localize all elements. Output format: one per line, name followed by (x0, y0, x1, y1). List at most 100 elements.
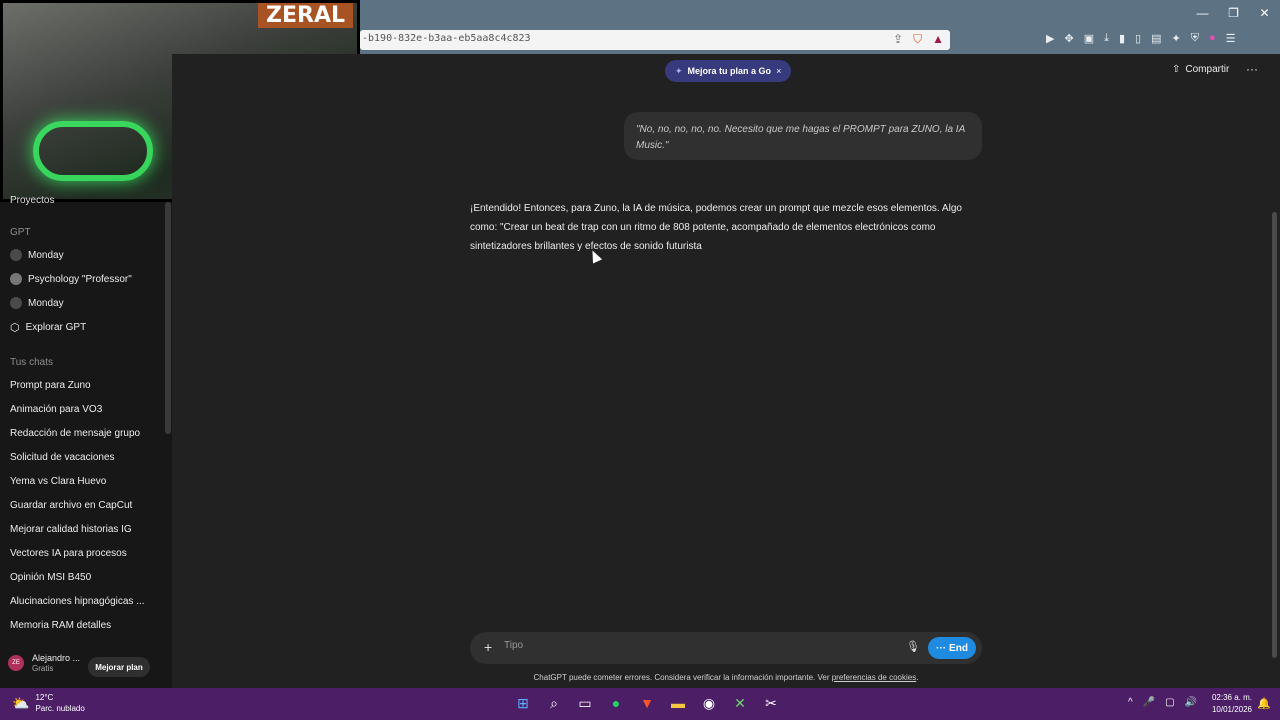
sidebar-toggle-icon[interactable]: ▯ (1135, 32, 1141, 45)
network-icon[interactable]: ▢ (1165, 697, 1174, 708)
disclaimer-text: ChatGPT puede cometer errores. Considera… (533, 673, 832, 682)
more-options-button[interactable]: ··· (1246, 62, 1258, 76)
brave-rewards-icon[interactable]: ▲ (932, 32, 944, 47)
chat-list-item[interactable]: Vectores IA para procesos (10, 548, 127, 559)
brave-browser-icon[interactable]: ▼ (638, 694, 656, 712)
microphone-icon[interactable]: 🎙 (906, 640, 920, 653)
vpn-icon[interactable]: ⛨ (1191, 32, 1199, 45)
chat-list-item[interactable]: Alucinaciones hipnagógicas ... (10, 596, 145, 607)
disclaimer: ChatGPT puede cometer errores. Considera… (470, 673, 982, 682)
gpt-avatar-icon (10, 273, 22, 285)
avatar: ZE (8, 654, 24, 671)
leo-ai-icon[interactable]: ✦ (1172, 32, 1181, 45)
composer: + 🎙 ··· End (470, 632, 982, 664)
snipping-tool-icon[interactable]: ✂ (762, 694, 780, 712)
sidebar-gpt-psychology[interactable]: Psychology "Professor" (10, 273, 132, 285)
chat-list-item[interactable]: Redacción de mensaje grupo (10, 428, 140, 439)
chat-title: Mejorar calidad historias IG (10, 524, 132, 535)
menu-icon[interactable]: ☰ (1226, 32, 1236, 45)
sidebar-explore-gpt[interactable]: ⬡ Explorar GPT (10, 321, 86, 334)
upgrade-plan-button[interactable]: Mejorar plan (88, 657, 150, 677)
chat-list-item[interactable]: Mejorar calidad historias IG (10, 524, 132, 535)
chat-title: Alucinaciones hipnagógicas ... (10, 596, 145, 607)
task-view-icon[interactable]: ▭ (576, 694, 594, 712)
plus-icon[interactable]: + (484, 639, 492, 655)
minimize-button[interactable]: — (1187, 0, 1218, 26)
clock[interactable]: 02:36 a. m. 10/01/2026 (1206, 692, 1252, 716)
notification-icon[interactable]: 🔔 (1257, 697, 1271, 710)
chat-title: Prompt para Zuno (10, 380, 91, 391)
chat-list-item[interactable]: Guardar archivo en CapCut (10, 500, 132, 511)
microphone-tray-icon[interactable]: 🎤 (1143, 697, 1155, 708)
close-icon[interactable]: × (776, 66, 781, 76)
temperature: 12°C (35, 693, 54, 702)
share-button[interactable]: ⇧ Compartir (1172, 64, 1229, 75)
sidebar-gpt-monday-2[interactable]: Monday (10, 297, 64, 309)
wallet-icon[interactable]: ▤ (1151, 32, 1161, 45)
share-label: Compartir (1185, 64, 1230, 75)
xbox-icon[interactable]: ✕ (731, 694, 749, 712)
sidebar-item-projects[interactable]: Proyectos (10, 195, 54, 206)
waveform-icon: ··· (936, 642, 947, 654)
chat-list-item[interactable]: Opinión MSI B450 (10, 572, 91, 583)
file-explorer-icon[interactable]: ▬ (669, 694, 687, 712)
chat-title: Memoria RAM detalles (10, 620, 112, 631)
gpt-avatar-icon (10, 249, 22, 261)
weather-text: Parc. nublado (35, 704, 85, 713)
end-voice-button[interactable]: ··· End (928, 637, 976, 659)
gpt-avatar-icon (10, 297, 22, 309)
cube-icon: ⬡ (10, 322, 20, 334)
user-account[interactable]: ZE Alejandro ... Gratis (8, 652, 80, 673)
prompt-input[interactable] (504, 640, 884, 651)
spotify-icon[interactable]: ● (607, 694, 625, 712)
brave-shield-icon[interactable]: ⛉ (913, 32, 922, 47)
chat-title: Guardar archivo en CapCut (10, 500, 133, 511)
end-label: End (949, 642, 968, 654)
chat-title: Yema vs Clara Huevo (10, 476, 107, 487)
chat-list-item[interactable]: Prompt para Zuno (10, 380, 91, 391)
restore-button[interactable]: ❐ (1218, 0, 1249, 26)
sidebar-item-label: Explorar GPT (25, 322, 87, 333)
chat-title: Opinión MSI B450 (10, 572, 92, 583)
chat-title: Redacción de mensaje grupo (10, 428, 141, 439)
share-page-icon[interactable]: ⇪ (893, 32, 903, 47)
bookmark-icon[interactable]: ▮ (1119, 32, 1125, 45)
chat-title: Solicitud de vacaciones (10, 452, 115, 463)
extension-icon[interactable]: ▶ (1046, 32, 1054, 45)
weather-icon: ⛅ (12, 694, 30, 711)
upgrade-promo-pill[interactable]: ✦ Mejora tu plan a Go × (665, 60, 792, 82)
search-icon[interactable]: ⌕ (545, 694, 563, 712)
chevron-up-icon[interactable]: ^ (1128, 697, 1133, 708)
sidebar-item-label: Monday (28, 249, 64, 261)
promo-label: Mejora tu plan a Go (687, 66, 772, 76)
cookie-preferences-link[interactable]: preferencias de cookies (832, 673, 917, 682)
sparkle-icon: ✦ (675, 65, 683, 76)
chat-list-item[interactable]: Memoria RAM detalles (10, 620, 111, 631)
neon-logo (33, 121, 153, 181)
sidebar-scrollbar[interactable] (165, 202, 171, 434)
disclaimer-suffix: . (916, 673, 919, 682)
share-icon: ⇧ (1172, 64, 1181, 75)
profile-icon[interactable]: ● (1209, 32, 1216, 45)
weather-widget[interactable]: ⛅ 12°C Parc. nublado (12, 692, 85, 714)
obs-icon[interactable]: ◉ (700, 694, 718, 712)
download-icon[interactable]: ⤓ (1104, 32, 1109, 45)
chat-list-item[interactable]: Yema vs Clara Huevo (10, 476, 106, 487)
close-window-button[interactable]: ✕ (1249, 0, 1280, 26)
chat-list-item[interactable]: Solicitud de vacaciones (10, 452, 115, 463)
puzzle-icon[interactable]: ✥ (1064, 32, 1073, 45)
tab-search-icon[interactable]: ▣ (1084, 32, 1094, 45)
volume-icon[interactable]: 🔊 (1185, 697, 1197, 708)
page-scrollbar[interactable] (1272, 212, 1277, 658)
user-message-bubble: "No, no, no, no, no. Necesito que me hag… (624, 112, 982, 160)
sidebar-gpt-monday[interactable]: Monday (10, 249, 64, 261)
sidebar-item-label: Monday (28, 297, 64, 309)
windows-start-icon[interactable]: ⊞ (514, 694, 532, 712)
clock-time: 02:36 a. m. (1211, 693, 1252, 702)
chat-list-item[interactable]: Animación para VO3 (10, 404, 102, 415)
windows-taskbar: ⛅ 12°C Parc. nublado ⊞ ⌕ ▭ ● ▼ ▬ ◉ ✕ ✂ ^… (0, 688, 1280, 720)
address-bar[interactable]: -b190-832e-b3aa-eb5aa8c4c823 ⇪ ⛉ ▲ (360, 30, 950, 50)
user-name: Alejandro ... (32, 653, 81, 663)
chat-title: Vectores IA para procesos (10, 548, 127, 559)
system-tray: ^ 🎤 ▢ 🔊 (1128, 697, 1197, 708)
